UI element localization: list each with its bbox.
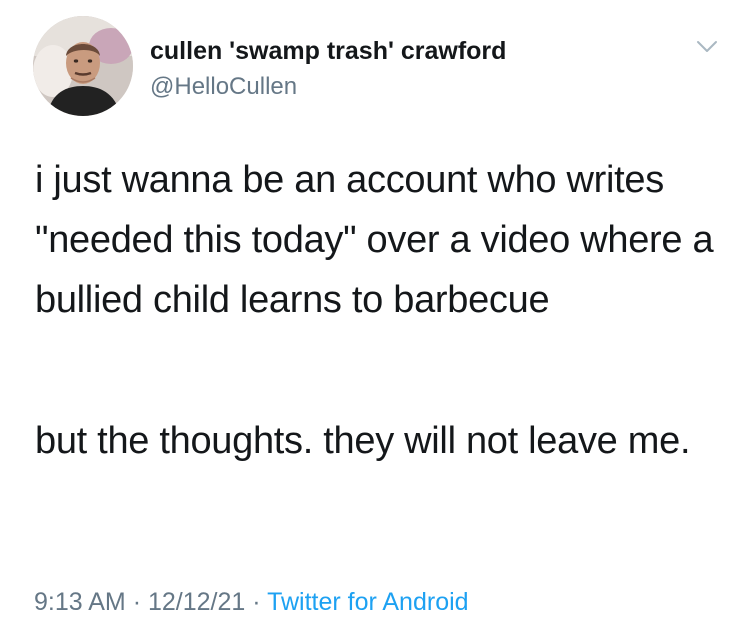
meta-separator: ·	[132, 588, 142, 616]
tweet-card: cullen 'swamp trash' crawford @HelloCull…	[0, 0, 750, 634]
tweet-text-paragraph: but the thoughts. they will not leave me…	[35, 420, 691, 462]
author-handle[interactable]: @HelloCullen	[150, 73, 297, 101]
tweet-source-link[interactable]: Twitter for Android	[267, 588, 468, 616]
tweet-date[interactable]: 12/12/21	[148, 588, 245, 616]
tweet-text-paragraph: i just wanna be an account who writes "n…	[35, 159, 714, 321]
meta-separator: ·	[252, 588, 261, 616]
chevron-down-icon[interactable]	[695, 38, 719, 56]
avatar-photo	[33, 16, 133, 116]
avatar[interactable]	[33, 16, 133, 116]
tweet-time[interactable]: 9:13 AM	[34, 588, 126, 616]
tweet-meta: 9:13 AM · 12/12/21 · Twitter for Android	[34, 586, 469, 618]
author-display-name[interactable]: cullen 'swamp trash' crawford	[150, 36, 506, 66]
